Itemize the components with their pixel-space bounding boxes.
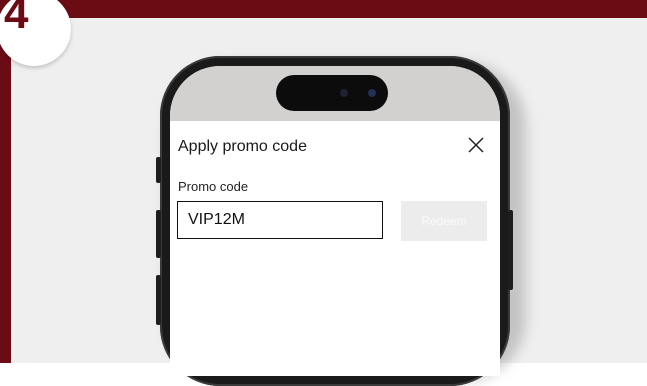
phone-side-button-power [508,210,513,290]
phone-screen: Apply promo code Promo code Redeem [170,66,500,376]
phone-side-button-volume-up [156,210,161,258]
sensor-dot [340,89,348,97]
modal-title: Apply promo code [178,138,307,155]
phone-side-button-volume-down [156,275,161,325]
promo-code-label: Promo code [178,179,249,194]
redeem-button[interactable]: Redeem [401,201,487,241]
close-icon [468,137,484,153]
close-button[interactable] [467,136,485,154]
step-badge: 4 [0,0,71,66]
step-number: 4 [4,0,29,38]
phone-side-button-mute [156,157,161,183]
camera-dot [368,89,376,97]
frame-top-bar [0,0,647,18]
promo-code-input[interactable] [177,201,383,239]
dynamic-island [276,75,388,111]
